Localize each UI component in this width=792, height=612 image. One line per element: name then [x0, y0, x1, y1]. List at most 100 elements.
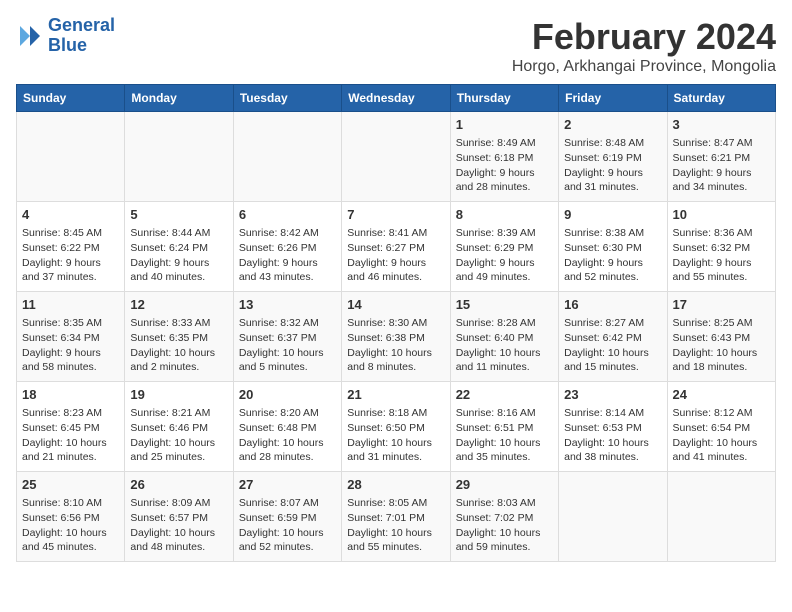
calendar-cell: 17 Sunrise: 8:25 AMSunset: 6:43 PMDayligh… — [667, 292, 775, 382]
day-info: Sunset: 6:19 PM — [564, 151, 661, 166]
day-info: Daylight: 10 hours — [456, 436, 553, 451]
day-info: Daylight: 10 hours — [22, 436, 119, 451]
day-info: Sunrise: 8:36 AM — [673, 226, 770, 241]
day-number: 10 — [673, 206, 770, 224]
day-info: Sunset: 6:30 PM — [564, 241, 661, 256]
day-number: 11 — [22, 296, 119, 314]
title-block: February 2024 Horgo, Arkhangai Province,… — [512, 16, 776, 76]
day-info: Daylight: 9 hours — [22, 346, 119, 361]
calendar-week-row: 4Sunrise: 8:45 AMSunset: 6:22 PMDaylight… — [17, 202, 776, 292]
day-number: 22 — [456, 386, 553, 404]
day-number: 14 — [347, 296, 444, 314]
day-info: Sunset: 6:34 PM — [22, 331, 119, 346]
day-info: Sunset: 6:35 PM — [130, 331, 227, 346]
calendar-week-row: 25Sunrise: 8:10 AMSunset: 6:56 PMDayligh… — [17, 472, 776, 562]
calendar-cell: 18Sunrise: 8:23 AMSunset: 6:45 PMDayligh… — [17, 382, 125, 472]
day-info: and 34 minutes. — [673, 180, 770, 195]
day-info: and 38 minutes. — [564, 450, 661, 465]
day-number: 1 — [456, 116, 553, 134]
day-info: and 52 minutes. — [564, 270, 661, 285]
day-info: and 43 minutes. — [239, 270, 336, 285]
day-number: 19 — [130, 386, 227, 404]
day-info: Daylight: 9 hours — [673, 166, 770, 181]
calendar-cell: 20Sunrise: 8:20 AMSunset: 6:48 PMDayligh… — [233, 382, 341, 472]
calendar-cell: 5Sunrise: 8:44 AMSunset: 6:24 PMDaylight… — [125, 202, 233, 292]
day-info: Sunset: 7:01 PM — [347, 511, 444, 526]
day-info: Sunset: 6:18 PM — [456, 151, 553, 166]
day-number: 8 — [456, 206, 553, 224]
weekday-header: Tuesday — [233, 85, 341, 112]
day-info: Sunset: 6:54 PM — [673, 421, 770, 436]
day-info: Sunrise: 8:20 AM — [239, 406, 336, 421]
day-number: 28 — [347, 476, 444, 494]
day-info: Sunset: 6:32 PM — [673, 241, 770, 256]
calendar-cell: 3Sunrise: 8:47 AMSunset: 6:21 PMDaylight… — [667, 112, 775, 202]
day-info: Sunset: 6:29 PM — [456, 241, 553, 256]
day-info: Daylight: 9 hours — [564, 256, 661, 271]
calendar-cell: 22Sunrise: 8:16 AMSunset: 6:51 PMDayligh… — [450, 382, 558, 472]
day-number: 5 — [130, 206, 227, 224]
day-info: and 37 minutes. — [22, 270, 119, 285]
day-info: and 41 minutes. — [673, 450, 770, 465]
day-info: Sunset: 6:59 PM — [239, 511, 336, 526]
day-info: and 28 minutes. — [239, 450, 336, 465]
day-number: 3 — [673, 116, 770, 134]
day-info: Daylight: 10 hours — [130, 346, 227, 361]
day-info: Sunrise: 8:10 AM — [22, 496, 119, 511]
day-info: Daylight: 10 hours — [456, 346, 553, 361]
day-info: Sunset: 6:43 PM — [673, 331, 770, 346]
calendar-header-row: SundayMondayTuesdayWednesdayThursdayFrid… — [17, 85, 776, 112]
day-info: and 48 minutes. — [130, 540, 227, 555]
weekday-header: Wednesday — [342, 85, 450, 112]
day-info: Daylight: 9 hours — [130, 256, 227, 271]
day-info: Sunrise: 8:25 AM — [673, 316, 770, 331]
day-info: and 55 minutes. — [673, 270, 770, 285]
day-info: Sunrise: 8:32 AM — [239, 316, 336, 331]
calendar-cell: 1Sunrise: 8:49 AMSunset: 6:18 PMDaylight… — [450, 112, 558, 202]
calendar-cell — [125, 112, 233, 202]
calendar-cell: 11Sunrise: 8:35 AMSunset: 6:34 PMDayligh… — [17, 292, 125, 382]
calendar-cell: 28 Sunrise: 8:05 AMSunset: 7:01 PMDayligh… — [342, 472, 450, 562]
day-info: Sunrise: 8:18 AM — [347, 406, 444, 421]
calendar-cell — [233, 112, 341, 202]
day-info: and 52 minutes. — [239, 540, 336, 555]
day-info: Sunrise: 8:27 AM — [564, 316, 661, 331]
day-info: and 45 minutes. — [22, 540, 119, 555]
day-info: Daylight: 10 hours — [673, 346, 770, 361]
day-number: 16 — [564, 296, 661, 314]
day-info: Sunset: 6:27 PM — [347, 241, 444, 256]
day-info: and 5 minutes. — [239, 360, 336, 375]
day-info: Sunrise: 8:39 AM — [456, 226, 553, 241]
calendar-cell — [17, 112, 125, 202]
day-info: Sunset: 6:40 PM — [456, 331, 553, 346]
day-info: and 35 minutes. — [456, 450, 553, 465]
day-info: and 46 minutes. — [347, 270, 444, 285]
day-info: Daylight: 9 hours — [564, 166, 661, 181]
day-number: 2 — [564, 116, 661, 134]
day-info: Sunrise: 8:12 AM — [673, 406, 770, 421]
day-info: and 11 minutes. — [456, 360, 553, 375]
day-info: Sunset: 6:48 PM — [239, 421, 336, 436]
calendar-cell: 15Sunrise: 8:28 AMSunset: 6:40 PMDayligh… — [450, 292, 558, 382]
calendar-cell: 12 Sunrise: 8:33 AMSunset: 6:35 PMDayligh… — [125, 292, 233, 382]
day-info: Daylight: 10 hours — [239, 346, 336, 361]
calendar-cell: 4Sunrise: 8:45 AMSunset: 6:22 PMDaylight… — [17, 202, 125, 292]
day-info: Sunrise: 8:05 AM — [347, 496, 444, 511]
day-number: 17 — [673, 296, 770, 314]
day-info: Daylight: 10 hours — [347, 526, 444, 541]
day-info: and 2 minutes. — [130, 360, 227, 375]
calendar-cell: 9Sunrise: 8:38 AMSunset: 6:30 PMDaylight… — [559, 202, 667, 292]
calendar-cell: 25Sunrise: 8:10 AMSunset: 6:56 PMDayligh… — [17, 472, 125, 562]
weekday-header: Monday — [125, 85, 233, 112]
day-number: 20 — [239, 386, 336, 404]
day-info: Sunrise: 8:41 AM — [347, 226, 444, 241]
weekday-header: Sunday — [17, 85, 125, 112]
day-info: Sunrise: 8:33 AM — [130, 316, 227, 331]
day-info: Daylight: 9 hours — [239, 256, 336, 271]
day-info: Sunrise: 8:44 AM — [130, 226, 227, 241]
calendar-cell: 7Sunrise: 8:41 AMSunset: 6:27 PMDaylight… — [342, 202, 450, 292]
weekday-header: Thursday — [450, 85, 558, 112]
day-info: Sunrise: 8:38 AM — [564, 226, 661, 241]
day-info: Sunrise: 8:03 AM — [456, 496, 553, 511]
day-number: 12 — [130, 296, 227, 314]
